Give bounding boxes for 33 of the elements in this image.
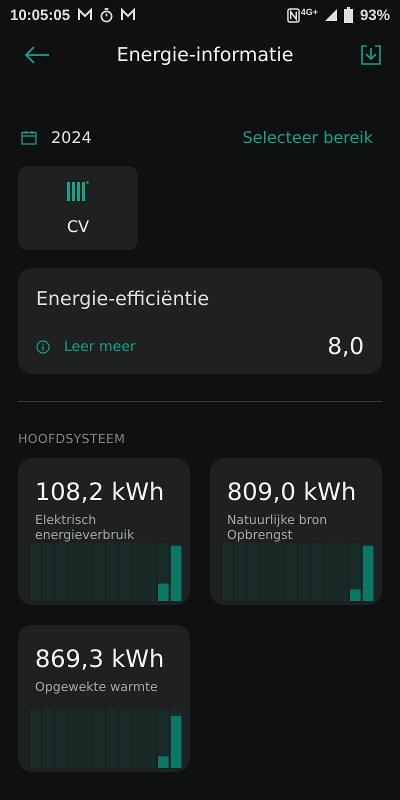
learn-more-link[interactable]: Leer meer: [64, 339, 136, 355]
section-heading: HOOFDSYSTEEM: [18, 431, 126, 446]
energy-label: Natuurlijke bron Opbrengst: [227, 512, 328, 542]
network-label: 4G+: [300, 7, 318, 17]
nfc-icon: [286, 8, 300, 22]
energy-value: 108,2 kWh: [35, 478, 166, 506]
signal-icon: [324, 9, 337, 21]
energy-tile[interactable]: 809,0 kWh Natuurlijke bron Opbrengst: [210, 458, 382, 605]
year-label: 2024: [51, 128, 92, 146]
radiator-icon: [67, 180, 89, 200]
select-range-link[interactable]: Selecteer bereik: [242, 128, 373, 146]
energy-tile[interactable]: 869,3 kWh Opgewekte warmte: [18, 625, 190, 772]
back-button[interactable]: [22, 44, 52, 66]
mail-icon: [77, 8, 94, 22]
download-button[interactable]: [358, 42, 384, 68]
energy-label: Elektrisch energieverbruik: [35, 512, 136, 542]
system-tile[interactable]: CV: [18, 166, 138, 250]
download-icon: [360, 44, 382, 66]
calendar-icon: [21, 130, 37, 144]
energy-label: Opgewekte warmte: [35, 679, 159, 694]
back-arrow-icon: [24, 46, 50, 64]
battery-percent: 93%: [360, 6, 390, 24]
efficiency-value: 8,0: [327, 334, 364, 360]
timer-icon: [100, 8, 114, 22]
mail-icon: [120, 8, 136, 22]
page-title: Energie-informatie: [116, 44, 294, 66]
energy-value: 809,0 kWh: [227, 478, 358, 506]
efficiency-title: Energie-efficiëntie: [36, 288, 210, 310]
clock: 10:05:05: [10, 6, 70, 24]
info-icon: [36, 340, 50, 354]
energy-value: 869,3 kWh: [35, 645, 166, 673]
energy-tile[interactable]: 108,2 kWh Elektrisch energieverbruik: [18, 458, 190, 605]
battery-icon: [344, 7, 353, 23]
